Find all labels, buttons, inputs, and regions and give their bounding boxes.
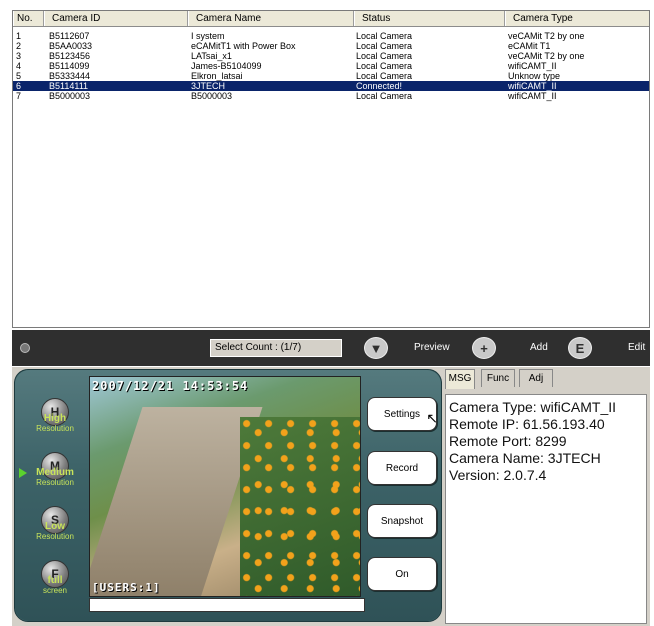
column-header-status[interactable]: Status (354, 11, 505, 26)
medium-resolution-label: Medium (36, 467, 74, 478)
table-row[interactable]: 1 B5112607 I system Local Camera veCAMit T2 … (13, 31, 649, 41)
high-resolution-sublabel: Resolution (36, 424, 74, 433)
table-row[interactable]: 2 B5AA0033 eCAMitT1 with Power Box Local Ca… (13, 41, 649, 51)
table-row[interactable]: 5 B5333444 Elkron_latsai Local Camera Unknow… (13, 71, 649, 81)
info-version: Version: 2.0.7.4 (449, 467, 547, 483)
users-overlay: [USERS:1] (92, 581, 161, 594)
camera-list[interactable]: No. Camera ID Camera Name Status Camera … (12, 10, 650, 328)
full-screen-label: full (47, 575, 63, 586)
cell-no: 3 (16, 51, 22, 61)
info-panel: Camera Type: wifiCAMT_II Remote IP: 61.5… (445, 394, 647, 624)
cell-name: James-B5104099 (191, 61, 262, 71)
camera-list-header: No. Camera ID Camera Name Status Camera … (13, 11, 649, 27)
info-camera-name: Camera Name: 3JTECH (449, 450, 601, 466)
viewer-panel: H High Resolution M Medium Resolution S … (14, 369, 442, 622)
high-resolution-button[interactable]: H High Resolution (33, 398, 77, 433)
table-row[interactable]: 6 B5114111 3JTECH Connected! wifiCAMT_II (13, 81, 649, 91)
add-label[interactable]: Add (530, 340, 548, 356)
low-resolution-button[interactable]: S Low Resolution (33, 506, 77, 541)
mouse-cursor-icon: ↖ (426, 410, 438, 426)
cell-no: 7 (16, 91, 22, 101)
cell-type: veCAMit T2 by one (508, 51, 585, 61)
on-button[interactable]: On (367, 557, 437, 591)
table-row[interactable]: 7 B5000003 B5000003 Local Camera wifiCAMT_II (13, 91, 649, 101)
flowers-image (240, 417, 360, 596)
table-row[interactable]: 4 B5114099 James-B5104099 Local Camera wifiC… (13, 61, 649, 71)
preview-label[interactable]: Preview (414, 340, 450, 356)
cell-no: 4 (16, 61, 22, 71)
cell-status: Local Camera (356, 91, 413, 101)
cell-type: eCAMit T1 (508, 41, 551, 51)
tab-func[interactable]: Func (481, 369, 515, 387)
column-header-no[interactable]: No. (13, 11, 44, 26)
cell-status: Local Camera (356, 41, 413, 51)
cell-name: Elkron_latsai (191, 71, 243, 81)
info-remote-ip: Remote IP: 61.56.193.40 (449, 416, 605, 432)
edit-label[interactable]: Edit (628, 340, 645, 356)
snapshot-button[interactable]: Snapshot (367, 504, 437, 538)
high-resolution-label: High (43, 413, 67, 424)
video-status-bar (89, 598, 365, 612)
full-screen-button[interactable]: F full screen (33, 560, 77, 595)
status-dot-icon (20, 343, 30, 353)
control-bar: Select Count : (1/7) ▼ Preview + Add E E… (12, 330, 650, 366)
cell-status: Local Camera (356, 61, 413, 71)
boardwalk-image (90, 407, 263, 596)
select-count-field: Select Count : (1/7) (210, 339, 342, 357)
table-row[interactable]: 3 B5123456 LATsai_x1 Local Camera veCAMit T2… (13, 51, 649, 61)
active-resolution-marker-icon (19, 468, 27, 478)
bottom-area: H High Resolution M Medium Resolution S … (12, 367, 650, 626)
cell-type: Unknow type (508, 71, 561, 81)
cell-no: 5 (16, 71, 22, 81)
cell-id: B5123456 (49, 51, 91, 61)
preview-icon[interactable]: ▼ (364, 337, 388, 359)
column-header-camera-type[interactable]: Camera Type (505, 11, 649, 26)
cell-status: Connected! (356, 81, 403, 91)
cell-type: wifiCAMT_II (508, 91, 557, 101)
cell-id: B5112607 (49, 31, 90, 41)
add-icon[interactable]: + (472, 337, 496, 359)
cell-type: wifiCAMT_II (508, 61, 557, 71)
cell-id: B5000003 (49, 91, 91, 101)
cell-status: Local Camera (356, 51, 413, 61)
medium-resolution-button[interactable]: M Medium Resolution (33, 452, 77, 487)
cell-name: LATsai_x1 (191, 51, 232, 61)
low-resolution-sublabel: Resolution (36, 532, 74, 541)
cell-status: Local Camera (356, 71, 413, 81)
settings-button[interactable]: Settings ↖ (367, 397, 438, 431)
cell-id: B5333444 (49, 71, 91, 81)
column-header-camera-name[interactable]: Camera Name (188, 11, 354, 26)
cell-no: 6 (16, 81, 22, 91)
cell-id: B5114099 (49, 61, 90, 71)
record-button[interactable]: Record (367, 451, 437, 485)
cell-name: eCAMitT1 with Power Box (191, 41, 296, 51)
tab-msg[interactable]: MSG (445, 369, 475, 389)
cell-no: 2 (16, 41, 22, 51)
settings-button-label: Settings (383, 408, 421, 420)
edit-icon[interactable]: E (568, 337, 592, 359)
column-header-camera-id[interactable]: Camera ID (44, 11, 188, 26)
cell-id: B5AA0033 (49, 41, 93, 51)
video-preview[interactable]: 2007/12/21 14:53:54 [USERS:1] (89, 376, 361, 597)
cell-id: B5114111 (49, 81, 89, 91)
cell-name: I system (191, 31, 225, 41)
cell-type: veCAMit T2 by one (508, 31, 585, 41)
info-remote-port: Remote Port: 8299 (449, 433, 567, 449)
video-timestamp: 2007/12/21 14:53:54 (92, 379, 249, 393)
cell-status: Local Camera (356, 31, 413, 41)
cell-no: 1 (16, 31, 22, 41)
low-resolution-label: Low (45, 521, 65, 532)
cell-name: 3JTECH (191, 81, 226, 91)
cell-type: wifiCAMT_II (508, 81, 557, 91)
tab-adj[interactable]: Adj (519, 369, 553, 387)
full-screen-sublabel: screen (42, 586, 67, 595)
medium-resolution-sublabel: Resolution (36, 478, 74, 487)
info-camera-type: Camera Type: wifiCAMT_II (449, 399, 617, 415)
cell-name: B5000003 (191, 91, 233, 101)
